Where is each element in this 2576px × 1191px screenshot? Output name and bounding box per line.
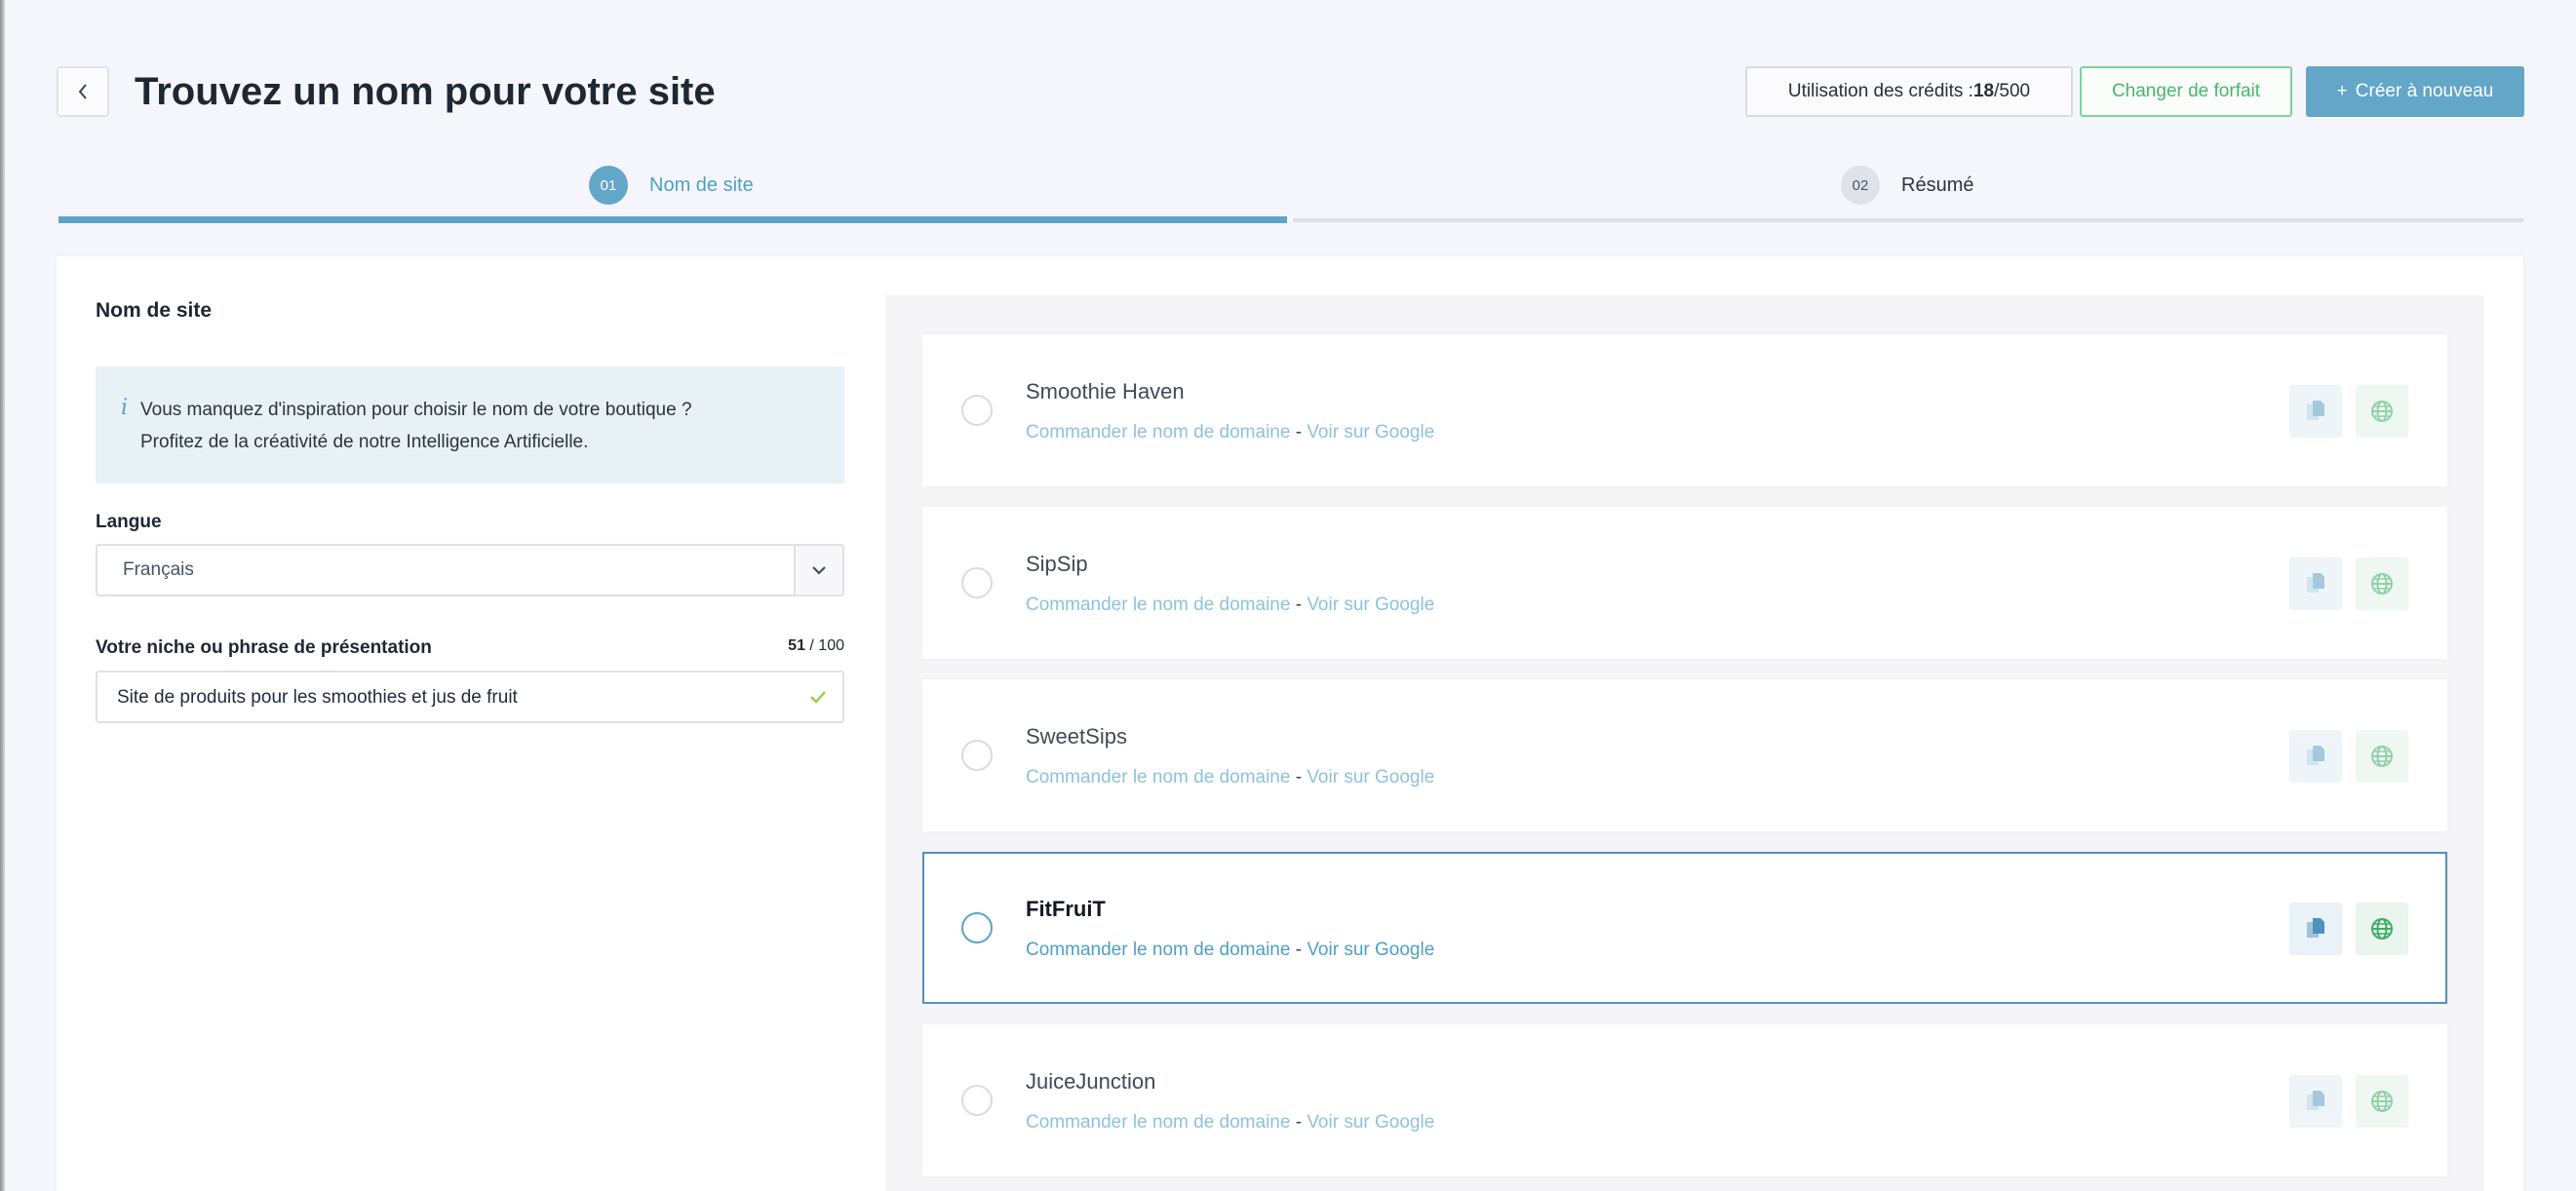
radio-button[interactable] [961, 395, 993, 426]
info-box: i Vous manquez d'inspiration pour choisi… [96, 366, 844, 483]
language-value: Français [123, 559, 194, 580]
main-panel: Nom de site i Vous manquez d'inspiration… [57, 256, 2523, 1191]
google-link[interactable]: Voir sur Google [1307, 1112, 1434, 1133]
copy-button[interactable] [2289, 903, 2342, 955]
order-domain-link[interactable]: Commander le nom de domaine [1026, 940, 1290, 960]
create-again-button[interactable]: + Créer à nouveau [2306, 66, 2524, 117]
suggestion-links: Commander le nom de domaine - Voir sur G… [1026, 595, 1434, 616]
radio-button[interactable] [961, 567, 993, 598]
suggestion-name: Smoothie Haven [1026, 379, 1185, 403]
change-plan-button[interactable]: Changer de forfait [2080, 66, 2292, 117]
order-domain-link[interactable]: Commander le nom de domaine [1026, 767, 1290, 788]
char-counter: 51 / 100 [788, 637, 844, 655]
niche-label: Votre niche ou phrase de présentation [96, 637, 432, 658]
google-link[interactable]: Voir sur Google [1307, 595, 1434, 615]
copy-icon [2307, 746, 2324, 765]
create-again-label: Créer à nouveau [2355, 81, 2494, 101]
suggestions-list: Smoothie Haven Commander le nom de domai… [885, 295, 2484, 1191]
globe-button[interactable] [2356, 557, 2408, 610]
left-edge-shadow [0, 0, 5, 1191]
globe-button[interactable] [2356, 385, 2408, 438]
link-separator: - [1290, 1112, 1308, 1133]
globe-button[interactable] [2356, 1075, 2408, 1128]
globe-icon [2371, 573, 2393, 595]
suggestion-name: SipSip [1026, 552, 1088, 576]
credits-label: Utilisation des crédits : [1787, 81, 1973, 101]
step-number: 02 [1841, 166, 1880, 205]
radio-button[interactable] [961, 740, 993, 771]
globe-icon [2371, 918, 2393, 940]
link-separator: - [1290, 422, 1308, 442]
niche-input[interactable]: Site de produits pour les smoothies et j… [96, 671, 844, 723]
copy-button[interactable] [2289, 557, 2342, 610]
copy-icon [2307, 573, 2324, 593]
link-separator: - [1290, 940, 1308, 960]
step-progress-active [59, 216, 1287, 223]
step-number: 01 [589, 166, 628, 205]
copy-button[interactable] [2289, 1075, 2342, 1128]
globe-button[interactable] [2356, 903, 2408, 955]
step-progress-inactive [1293, 218, 2523, 222]
page-title: Trouvez un nom pour votre site [135, 70, 716, 113]
suggestion-links: Commander le nom de domaine - Voir sur G… [1026, 422, 1434, 443]
language-label: Langue [96, 512, 162, 532]
globe-icon [2371, 1091, 2393, 1112]
credits-used: 18 [1972, 81, 1995, 101]
copy-button[interactable] [2289, 730, 2342, 783]
suggestion-card[interactable]: SipSip Commander le nom de domaine - Voi… [922, 507, 2447, 659]
step-site-name[interactable]: 01 Nom de site [589, 166, 754, 205]
google-link[interactable]: Voir sur Google [1307, 940, 1434, 960]
radio-button[interactable] [961, 1085, 993, 1116]
globe-button[interactable] [2356, 730, 2408, 783]
suggestion-name: SweetSips [1026, 724, 1127, 749]
section-title: Nom de site [96, 299, 213, 322]
google-link[interactable]: Voir sur Google [1307, 422, 1434, 442]
check-icon [810, 691, 826, 704]
link-separator: - [1290, 595, 1308, 615]
suggestion-name: JuiceJunction [1026, 1069, 1156, 1094]
back-button[interactable] [57, 66, 109, 117]
niche-input-value: Site de produits pour les smoothies et j… [117, 687, 518, 708]
chevron-down-icon[interactable] [794, 546, 842, 595]
credits-total: /500 [1994, 81, 2031, 101]
plus-icon: + [2336, 81, 2348, 101]
globe-icon [2371, 746, 2393, 767]
link-separator: - [1290, 767, 1308, 788]
suggestion-card[interactable]: SweetSips Commander le nom de domaine - … [922, 679, 2447, 831]
info-text-line-2: Profitez de la créativité de notre Intel… [140, 432, 589, 452]
credits-usage: Utilisation des crédits : 18 /500 [1745, 66, 2073, 117]
suggestion-links: Commander le nom de domaine - Voir sur G… [1026, 1112, 1434, 1133]
info-text-line-1: Vous manquez d'inspiration pour choisir … [140, 400, 692, 420]
copy-icon [2307, 1091, 2324, 1110]
suggestion-card-selected[interactable]: FitFruiT Commander le nom de domaine - V… [922, 852, 2447, 1004]
copy-icon [2307, 401, 2324, 420]
char-count-current: 51 [788, 637, 805, 654]
chevron-left-icon [78, 84, 87, 99]
suggestion-card[interactable]: Smoothie Haven Commander le nom de domai… [922, 334, 2447, 486]
language-select[interactable]: Français [96, 544, 844, 596]
globe-icon [2371, 401, 2393, 422]
suggestion-links: Commander le nom de domaine - Voir sur G… [1026, 767, 1434, 788]
info-icon: i [121, 396, 129, 420]
copy-button[interactable] [2289, 385, 2342, 438]
char-count-max: / 100 [804, 637, 844, 654]
radio-button[interactable] [961, 912, 993, 943]
google-link[interactable]: Voir sur Google [1307, 767, 1434, 788]
suggestion-card[interactable]: JuiceJunction Commander le nom de domain… [922, 1024, 2447, 1176]
step-label: Nom de site [649, 173, 754, 196]
copy-icon [2307, 918, 2324, 938]
step-label: Résumé [1901, 173, 1974, 196]
step-summary[interactable]: 02 Résumé [1841, 166, 1973, 205]
suggestion-name: FitFruiT [1026, 897, 1106, 921]
order-domain-link[interactable]: Commander le nom de domaine [1026, 1112, 1290, 1133]
suggestion-links: Commander le nom de domaine - Voir sur G… [1026, 940, 1434, 961]
order-domain-link[interactable]: Commander le nom de domaine [1026, 422, 1290, 442]
order-domain-link[interactable]: Commander le nom de domaine [1026, 595, 1290, 615]
